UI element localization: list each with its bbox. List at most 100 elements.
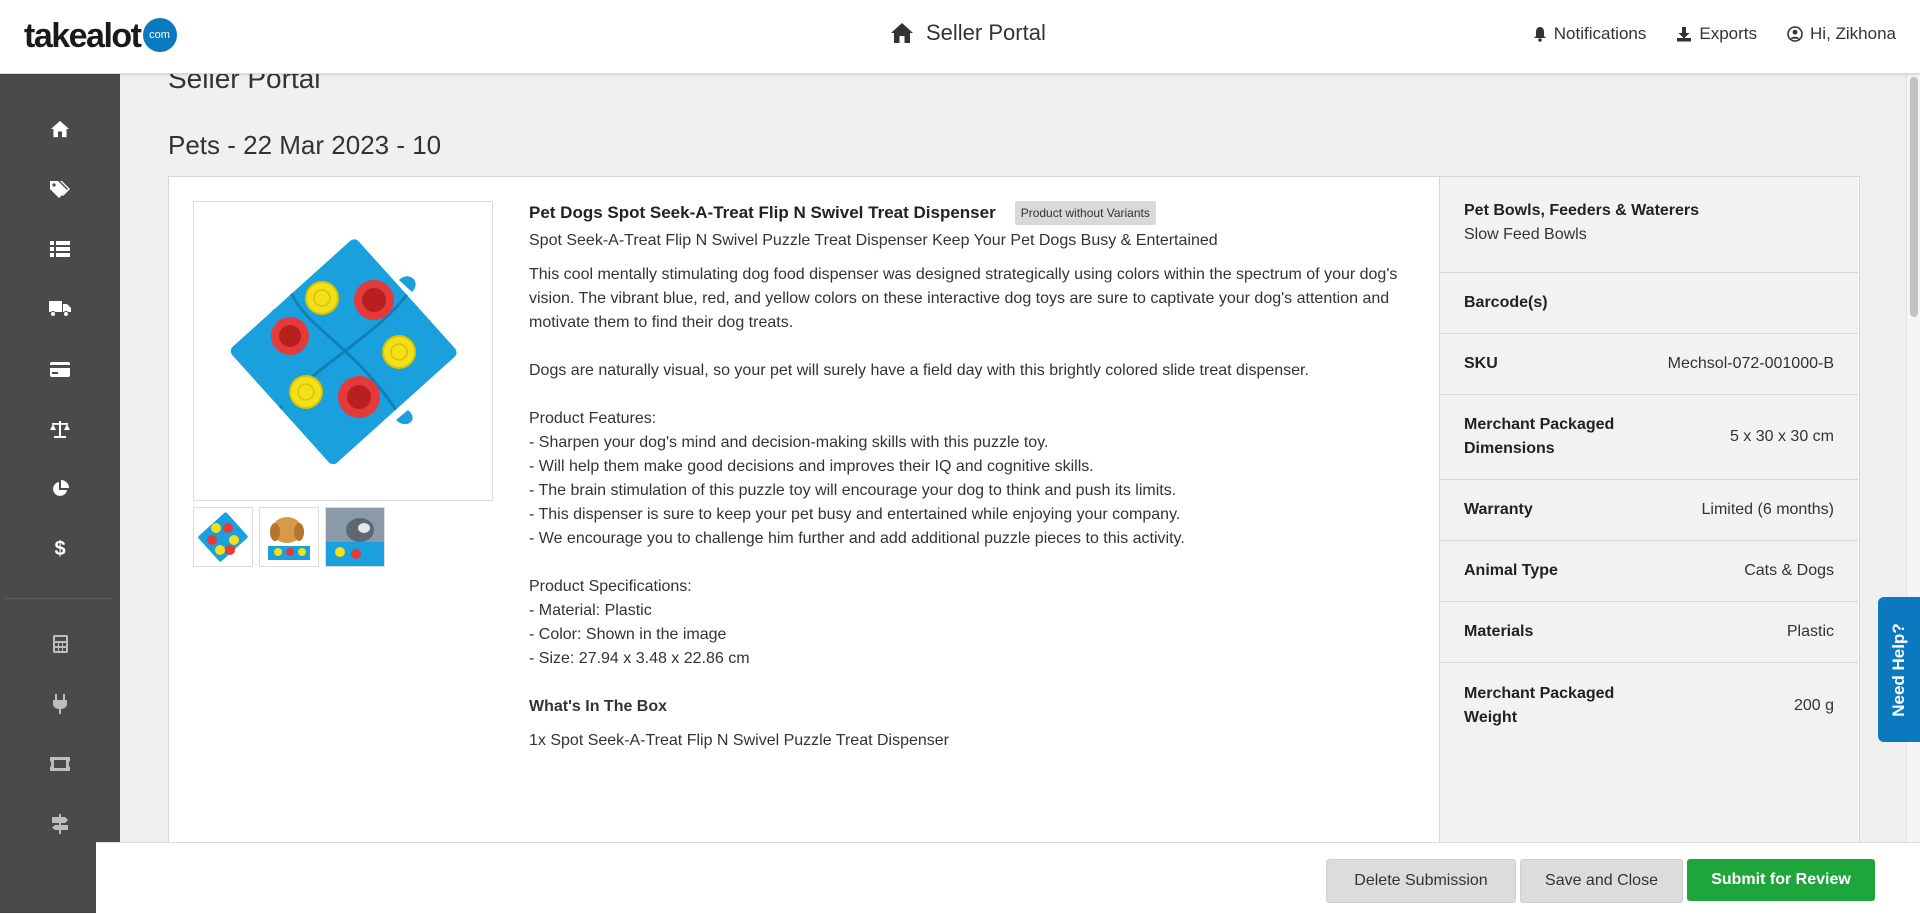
exports-link[interactable]: Exports <box>1676 24 1757 44</box>
attr-label: Animal Type <box>1464 562 1558 579</box>
ticket-icon <box>50 757 70 771</box>
portal-title-text: Seller Portal <box>926 20 1046 45</box>
thumbnail-1[interactable] <box>193 507 253 567</box>
thumbnail-image <box>326 508 384 566</box>
attr-value: 5 x 30 x 30 cm <box>1729 428 1834 445</box>
attr-row-warranty: Warranty Limited (6 months) <box>1440 480 1858 541</box>
submit-for-review-button[interactable]: Submit for Review <box>1687 859 1875 901</box>
attr-label: Materials <box>1464 623 1534 640</box>
sidebar-item-offers[interactable] <box>0 167 120 211</box>
download-icon <box>1677 27 1692 42</box>
calculator-icon <box>52 635 68 653</box>
sidebar-item-reports[interactable] <box>0 467 120 511</box>
logo-text: takealot <box>24 16 142 55</box>
description-intro: This cool mentally stimulating dog food … <box>529 266 1398 331</box>
need-help-button[interactable]: Need Help? <box>1878 597 1920 742</box>
attr-row-animal-type: Animal Type Cats & Dogs <box>1440 541 1858 602</box>
sidebar-item-promotions[interactable] <box>0 742 120 786</box>
main-product-image[interactable] <box>193 201 493 501</box>
attr-label: Barcode(s) <box>1464 294 1548 311</box>
category-block: Pet Bowls, Feeders & Waterers Slow Feed … <box>1440 177 1858 273</box>
attr-label: Warranty <box>1464 501 1533 518</box>
sidebar-item-home[interactable] <box>0 107 120 151</box>
takealot-logo[interactable]: takealot com <box>24 16 177 56</box>
feature-item: - We encourage you to challenge him furt… <box>529 530 1185 547</box>
barcodes-row: Barcode(s) <box>1440 273 1858 334</box>
sidebar-item-payments[interactable] <box>0 347 120 391</box>
box-heading: What's In The Box <box>529 698 668 715</box>
batch-title: Pets - 22 Mar 2023 - 10 <box>168 130 442 160</box>
delete-submission-button[interactable]: Delete Submission <box>1326 859 1516 903</box>
attr-row-materials: Materials Plastic <box>1440 602 1858 663</box>
portal-title[interactable]: Seller Portal <box>890 20 1046 46</box>
pie-chart-icon <box>53 480 69 496</box>
sidebar-divider <box>5 598 113 599</box>
spec-item: - Size: 27.94 x 3.48 x 22.86 cm <box>529 650 750 667</box>
plug-icon <box>53 694 67 714</box>
sidebar-item-finance[interactable]: $ <box>0 527 120 571</box>
specs-heading: Product Specifications: <box>529 578 692 595</box>
thumbnail-image <box>260 508 318 566</box>
attr-value: Plastic <box>1786 623 1834 640</box>
sidebar-item-calculator[interactable] <box>0 622 120 666</box>
attr-value: Mechsol-072-001000-B <box>1667 355 1834 372</box>
feature-item: - Sharpen your dog's mind and decision-m… <box>529 434 1049 451</box>
notifications-link[interactable]: Notifications <box>1533 24 1647 44</box>
attr-label: Merchant Packaged Dimensions <box>1464 416 1615 457</box>
action-footer: Delete Submission Save and Close Submit … <box>96 842 1920 914</box>
list-icon <box>50 241 70 257</box>
scrollbar-thumb[interactable] <box>1910 77 1918 317</box>
attr-row-dimensions: Merchant Packaged Dimensions 5 x 30 x 30… <box>1440 395 1858 480</box>
treat-dispenser-image <box>230 239 457 465</box>
product-subtitle: Spot Seek-A-Treat Flip N Swivel Puzzle T… <box>529 232 1218 249</box>
box-contents: 1x Spot Seek-A-Treat Flip N Swivel Puzzl… <box>529 732 950 749</box>
sidebar-item-guides[interactable] <box>0 802 120 846</box>
save-and-close-button[interactable]: Save and Close <box>1520 859 1683 903</box>
home-icon <box>51 120 69 138</box>
sidebar-item-list[interactable] <box>0 227 120 271</box>
thumbnail-image <box>194 508 252 566</box>
top-actions: Notifications Exports Hi, Zikhona <box>1503 24 1896 44</box>
category-main: Pet Bowls, Feeders & Waterers <box>1464 202 1700 219</box>
user-greeting: Hi, Zikhona <box>1810 24 1896 43</box>
variant-badge: Product without Variants <box>1014 201 1156 225</box>
features-heading: Product Features: <box>529 410 657 427</box>
truck-icon <box>49 301 71 317</box>
signpost-icon <box>52 814 68 834</box>
category-sub: Slow Feed Bowls <box>1464 226 1587 243</box>
notifications-label: Notifications <box>1553 24 1647 43</box>
top-bar: takealot com Seller Portal Notifications… <box>0 0 1920 74</box>
need-help-label: Need Help? <box>1889 622 1908 717</box>
attr-value: Cats & Dogs <box>1744 562 1834 579</box>
sidebar: $ <box>0 73 120 913</box>
spec-item: - Material: Plastic <box>529 602 652 619</box>
attr-label: Merchant Packaged Weight <box>1464 684 1615 726</box>
attr-label: SKU <box>1464 355 1498 372</box>
sidebar-item-shipments[interactable] <box>0 287 120 331</box>
sidebar-item-disputes[interactable] <box>0 407 120 451</box>
user-icon <box>1787 26 1803 42</box>
bell-icon <box>1533 27 1546 42</box>
dollar-icon: $ <box>54 537 66 560</box>
attr-row-weight: Merchant Packaged Weight 200 g <box>1440 663 1858 748</box>
attr-row-sku: SKU Mechsol-072-001000-B <box>1440 334 1858 395</box>
exports-label: Exports <box>1699 24 1758 43</box>
thumbnail-3[interactable] <box>325 507 385 567</box>
logo-badge: com <box>142 18 177 52</box>
attr-value: Limited (6 months) <box>1701 501 1835 518</box>
sidebar-item-integrations[interactable] <box>0 682 120 726</box>
feature-item: - This dispenser is sure to keep your pe… <box>529 506 1181 523</box>
product-details-panel: Pet Bowls, Feeders & Waterers Slow Feed … <box>1439 177 1858 857</box>
tags-icon <box>50 181 70 198</box>
thumbnail-2[interactable] <box>259 507 319 567</box>
description-visual: Dogs are naturally visual, so your pet w… <box>529 362 1309 379</box>
feature-item: - Will help them make good decisions and… <box>529 458 1094 475</box>
product-card: Pet Dogs Spot Seek-A-Treat Flip N Swivel… <box>168 176 1860 858</box>
user-menu[interactable]: Hi, Zikhona <box>1787 24 1896 44</box>
home-icon <box>891 23 913 43</box>
attr-value: 200 g <box>1793 696 1834 714</box>
product-title: Pet Dogs Spot Seek-A-Treat Flip N Swivel… <box>529 203 996 222</box>
spec-item: - Color: Shown in the image <box>529 626 727 643</box>
scales-icon <box>50 421 70 438</box>
feature-item: - The brain stimulation of this puzzle t… <box>529 482 1177 499</box>
